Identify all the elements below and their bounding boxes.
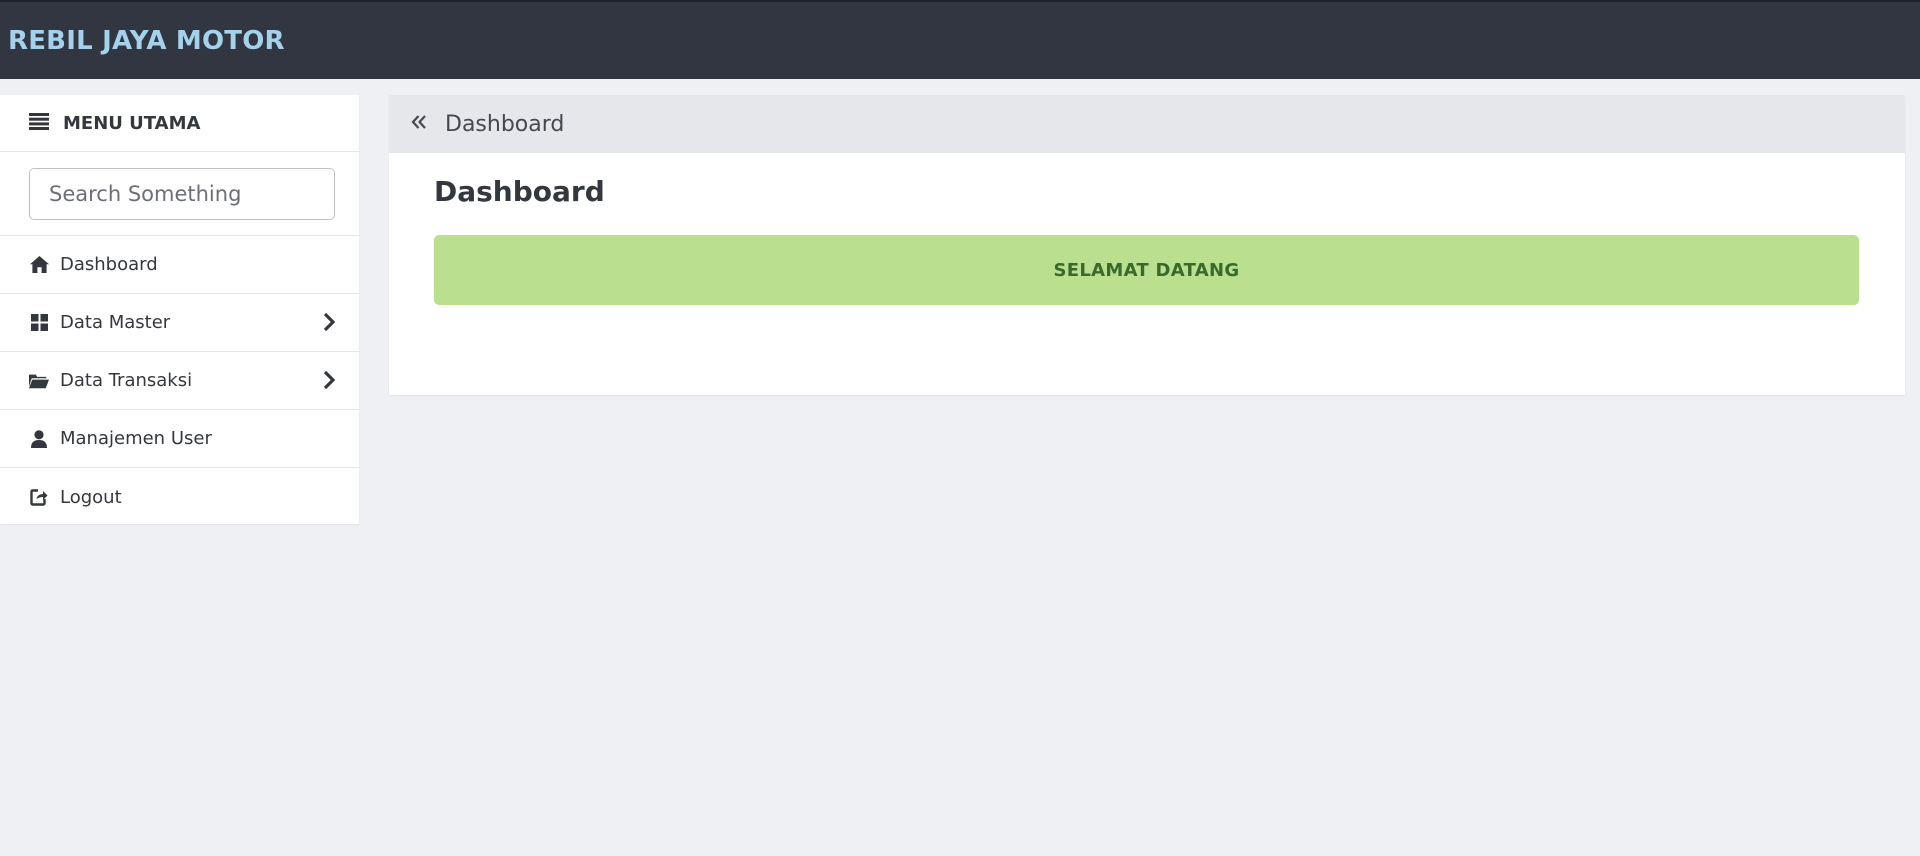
list-icon <box>29 112 49 134</box>
sidebar-item-logout[interactable]: Logout <box>0 468 359 526</box>
sidebar-item-label: Data Master <box>60 312 171 333</box>
sidebar-item-label: Dashboard <box>60 254 158 275</box>
brand-title[interactable]: REBIL JAYA MOTOR <box>8 26 285 56</box>
top-navbar: REBIL JAYA MOTOR <box>0 0 1920 79</box>
welcome-banner: SELAMAT DATANG <box>434 235 1859 305</box>
breadcrumb-label[interactable]: Dashboard <box>445 112 564 137</box>
sidebar-item-label: Manajemen User <box>60 428 212 449</box>
chevron-right-icon <box>323 312 336 335</box>
sidebar-item-manajemen-user[interactable]: Manajemen User <box>0 410 359 468</box>
double-chevron-left-icon[interactable] <box>411 114 427 134</box>
home-icon <box>29 255 49 275</box>
main-panel: Dashboard Dashboard SELAMAT DATANG <box>389 95 1905 395</box>
sidebar-search <box>0 152 359 236</box>
folder-open-icon <box>29 371 49 391</box>
sidebar-header: MENU UTAMA <box>0 95 359 152</box>
user-icon <box>29 429 49 449</box>
sidebar-item-data-transaksi[interactable]: Data Transaksi <box>0 352 359 410</box>
sidebar-item-dashboard[interactable]: Dashboard <box>0 236 359 294</box>
sidebar-item-data-master[interactable]: Data Master <box>0 294 359 352</box>
page-title: Dashboard <box>434 175 605 208</box>
sidebar-item-label: Logout <box>60 486 122 508</box>
grid-icon <box>29 313 49 333</box>
sidebar-item-label: Data Transaksi <box>60 370 193 391</box>
logout-icon <box>29 487 49 507</box>
chevron-right-icon <box>323 370 336 393</box>
breadcrumb: Dashboard <box>389 95 1905 153</box>
search-input[interactable] <box>29 168 335 220</box>
sidebar: MENU UTAMA Dashboard Data Master <box>0 95 359 524</box>
sidebar-title: MENU UTAMA <box>63 112 201 134</box>
